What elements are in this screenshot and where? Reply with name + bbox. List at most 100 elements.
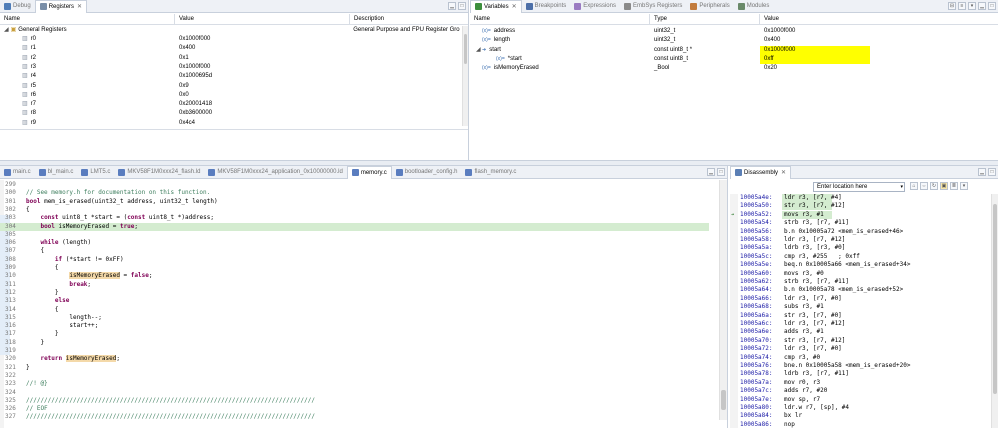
code-line[interactable]: 306 while (length) (0, 239, 709, 247)
code-line[interactable]: 324 (0, 389, 709, 397)
code-line[interactable]: 323 //! @} (0, 380, 709, 388)
code-line[interactable]: 322 (0, 372, 709, 380)
code-line[interactable]: 321} (0, 364, 709, 372)
code-line[interactable]: 299 (0, 181, 709, 189)
editor-tab[interactable]: MKV58F1M0xxx24_application_0x10000000.ld (204, 166, 346, 179)
disassembly-line[interactable]: 10005a56: b.n 0x10005a72 <mem_is_erased+4… (730, 228, 980, 236)
location-input[interactable]: Enter location here ▾ (813, 182, 905, 192)
registers-tab[interactable]: Debug (0, 0, 35, 13)
disassembly-line[interactable]: 10005a66: ldr r3, [r7, #0] (730, 295, 980, 303)
register-group-row[interactable]: ◢ ▣ General Registers General Purpose and F… (0, 26, 462, 35)
variables-tab[interactable]: Variables ✕ (470, 0, 522, 13)
disassembly-line[interactable]: 10005a70: str r3, [r7, #12] (730, 337, 980, 345)
expand-arrow-icon[interactable]: ◢ (4, 27, 9, 33)
disassembly-line[interactable]: 10005a76: bne.n 0x10005a58 <mem_is_erased… (730, 362, 980, 370)
disassembly-line[interactable]: 10005a68: subs r3, #1 (730, 303, 980, 311)
close-icon[interactable]: ✕ (512, 3, 517, 10)
code-line[interactable]: 304 bool isMemoryErased = true; (0, 222, 709, 231)
code-line[interactable]: 314 { (0, 306, 709, 314)
editor-code[interactable]: 299 300 // See memory.h for documentation … (0, 181, 717, 420)
code-line[interactable]: 313 else (0, 297, 709, 305)
disassembly-line[interactable]: 10005a62: strb r3, [r7, #11] (730, 278, 980, 286)
maximize-icon[interactable]: □ (458, 2, 466, 10)
register-row[interactable]: ▥ r0 0x1000f000 (0, 35, 462, 44)
variables-tab[interactable]: Breakpoints (522, 0, 571, 13)
code-line[interactable]: 325 /////////////////////////////////////… (0, 397, 709, 405)
registers-scrollbar[interactable] (462, 26, 468, 126)
disassembly-line[interactable]: 10005a86: nop (730, 421, 980, 428)
column-header-name[interactable]: Name (470, 14, 650, 25)
variable-row[interactable]: ◢➜ start const uint8_t * 0x1000f000 (470, 45, 998, 55)
editor-scrollbar[interactable] (719, 180, 727, 420)
code-line[interactable]: 309 { (0, 264, 709, 272)
variables-tab[interactable]: Peripherals (686, 0, 733, 13)
view-menu-icon[interactable]: ▾ (960, 182, 968, 190)
variables-tab[interactable]: Modules (734, 0, 774, 13)
variable-row[interactable]: (x)= address uint32_t 0x1000f000 (470, 27, 998, 36)
disassembly-line[interactable]: 10005a78: ldrb r3, [r7, #11] (730, 370, 980, 378)
code-line[interactable]: 307 { (0, 247, 709, 255)
editor-tab[interactable]: memory.c (346, 166, 392, 179)
disassembly-line[interactable]: 10005a80: ldr.w r7, [sp], #4 (730, 404, 980, 412)
chevron-down-icon[interactable]: ▾ (900, 183, 903, 191)
disassembly-line[interactable]: 10005a5c: cmp r3, #255 ; 0xff (730, 253, 980, 261)
disassembly-scrollbar[interactable] (991, 194, 998, 428)
register-row[interactable]: ▥ r7 0x20001418 (0, 100, 462, 109)
variable-row[interactable]: (x)= length uint32_t 0x400 (470, 36, 998, 45)
code-line[interactable]: 303 const uint8_t *start = (const uint8_… (0, 214, 709, 222)
code-line[interactable]: 315 length--; (0, 314, 709, 322)
editor-tab[interactable]: bootloader_config.h (392, 166, 462, 179)
register-row[interactable]: ▥ r3 0x1000f000 (0, 63, 462, 72)
code-line[interactable]: 318 } (0, 339, 709, 347)
editor-tab[interactable]: main.c (0, 166, 35, 179)
register-row[interactable]: ▥ r1 0x400 (0, 44, 462, 53)
code-line[interactable]: 316 start++; (0, 322, 709, 330)
registers-tab[interactable]: Registers ✕ (34, 0, 88, 13)
collapse-all-icon[interactable]: ⊟ (948, 2, 956, 10)
code-line[interactable]: 302 { (0, 206, 709, 214)
register-row[interactable]: ▥ r2 0x1 (0, 54, 462, 63)
disassembly-line[interactable]: 10005a54: strb r3, [r7, #11] (730, 219, 980, 227)
home-icon[interactable]: ⌂ (910, 182, 918, 190)
variable-row[interactable]: (x)= *start const uint8_t 0xff (470, 54, 998, 64)
code-line[interactable]: 317 } (0, 330, 709, 338)
register-row[interactable]: ▥ r6 0x0 (0, 91, 462, 100)
variables-tab[interactable]: Expressions (570, 0, 620, 13)
disassembly-line[interactable]: 10005a4e: ldr r3, [r7, #4] (730, 194, 980, 202)
register-row[interactable]: ▥ r8 0xb3600000 (0, 109, 462, 118)
minimize-icon[interactable]: ▁ (707, 168, 715, 176)
link-icon[interactable]: ⇔ (920, 182, 928, 190)
maximize-icon[interactable]: □ (717, 168, 725, 176)
disassembly-line[interactable]: 10005a74: cmp r3, #0 (730, 354, 980, 362)
column-header-value[interactable]: Value (175, 14, 350, 25)
code-line[interactable]: 311 break; (0, 281, 709, 289)
variables-tab[interactable]: EmbSys Registers (620, 0, 686, 13)
code-line[interactable]: 310 isMemoryErased = false; (0, 272, 709, 280)
disassembly-line[interactable]: ➜ 10005a52: movs r3, #1 (730, 210, 980, 219)
disassembly-line[interactable]: 10005a5a: ldrb r3, [r3, #0] (730, 244, 980, 252)
disassembly-line[interactable]: 10005a50: str r3, [r7, #12] (730, 202, 980, 211)
editor-tab[interactable]: LMT5.c (77, 166, 114, 179)
disassembly-line[interactable]: 10005a7c: adds r7, #20 (730, 387, 980, 395)
editor-tab[interactable]: MKV58F1M0xxx24_flash.ld (114, 166, 204, 179)
minimize-icon[interactable]: ▁ (448, 2, 456, 10)
code-line[interactable]: 319 (0, 347, 709, 355)
code-line[interactable]: 326 // EOF (0, 405, 709, 413)
close-icon[interactable]: ✕ (77, 3, 82, 10)
maximize-icon[interactable]: □ (988, 168, 996, 176)
code-line[interactable]: 300 // See memory.h for documentation on … (0, 189, 709, 197)
minimize-icon[interactable]: ▁ (978, 168, 986, 176)
disassembly-line[interactable]: 10005a64: b.n 0x10005a78 <mem_is_erased+5… (730, 286, 980, 294)
maximize-icon[interactable]: □ (988, 2, 996, 10)
variable-row[interactable]: (x)= isMemoryErased _Bool 0x20 (470, 64, 998, 73)
disassembly-line[interactable]: 10005a84: bx lr (730, 412, 980, 420)
disassembly-code[interactable]: 10005a4e: ldr r3, [r7, #4] 10005a50: str r3… (730, 194, 990, 428)
refresh-icon[interactable]: ↻ (930, 182, 938, 190)
disassembly-line[interactable]: 10005a72: ldr r3, [r7, #0] (730, 345, 980, 353)
code-line[interactable]: 308 if (*start != 0xFF) (0, 256, 709, 264)
disassembly-line[interactable]: 10005a6a: str r3, [r7, #0] (730, 312, 980, 320)
disassembly-line[interactable]: 10005a6e: adds r3, #1 (730, 328, 980, 336)
code-line[interactable]: 312 } (0, 289, 709, 297)
editor-scroll-thumb[interactable] (721, 390, 726, 410)
disassembly-line[interactable]: 10005a58: ldr r3, [r7, #12] (730, 236, 980, 244)
